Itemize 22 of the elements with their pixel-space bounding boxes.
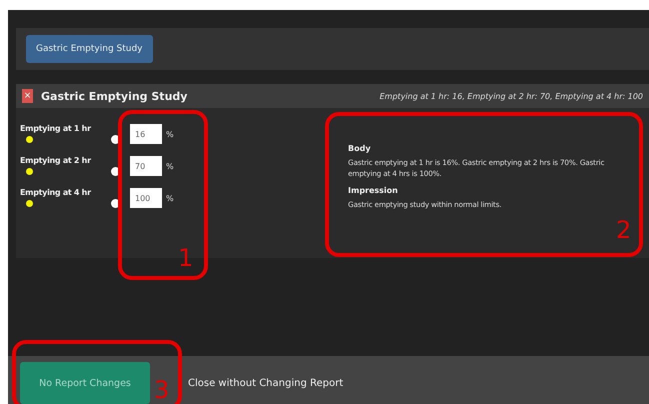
close-without-changing-button[interactable]: Close without Changing Report [188,362,344,404]
measurement-label: Emptying at 4 hr [20,188,92,197]
measurement-label: Emptying at 1 hr [20,124,92,133]
value-field[interactable]: 70 [130,156,162,176]
annotation-number: 3 [154,378,170,402]
value-field[interactable]: 100 [130,188,162,208]
measurement-label: Emptying at 2 hr [20,156,92,165]
status-dot-icon [26,136,33,143]
annotation-number: 2 [616,218,632,242]
annotation-number: 1 [178,246,194,270]
unit-label: % [166,194,174,203]
unit-label: % [166,130,174,139]
unit-label: % [166,162,174,171]
study-button[interactable]: Gastric Emptying Study [26,35,153,63]
status-dot-icon [26,200,33,207]
report-heading: Impression [348,186,399,195]
report-heading: Body [348,144,372,153]
section-title: Gastric Emptying Study [41,90,188,102]
value-field[interactable]: 16 [130,124,162,144]
section-summary: Emptying at 1 hr: 16, Emptying at 2 hr: 70, Emptying at 4 hr: 100 [380,92,643,100]
close-button[interactable]: × [22,89,33,103]
status-dot-icon [26,168,33,175]
